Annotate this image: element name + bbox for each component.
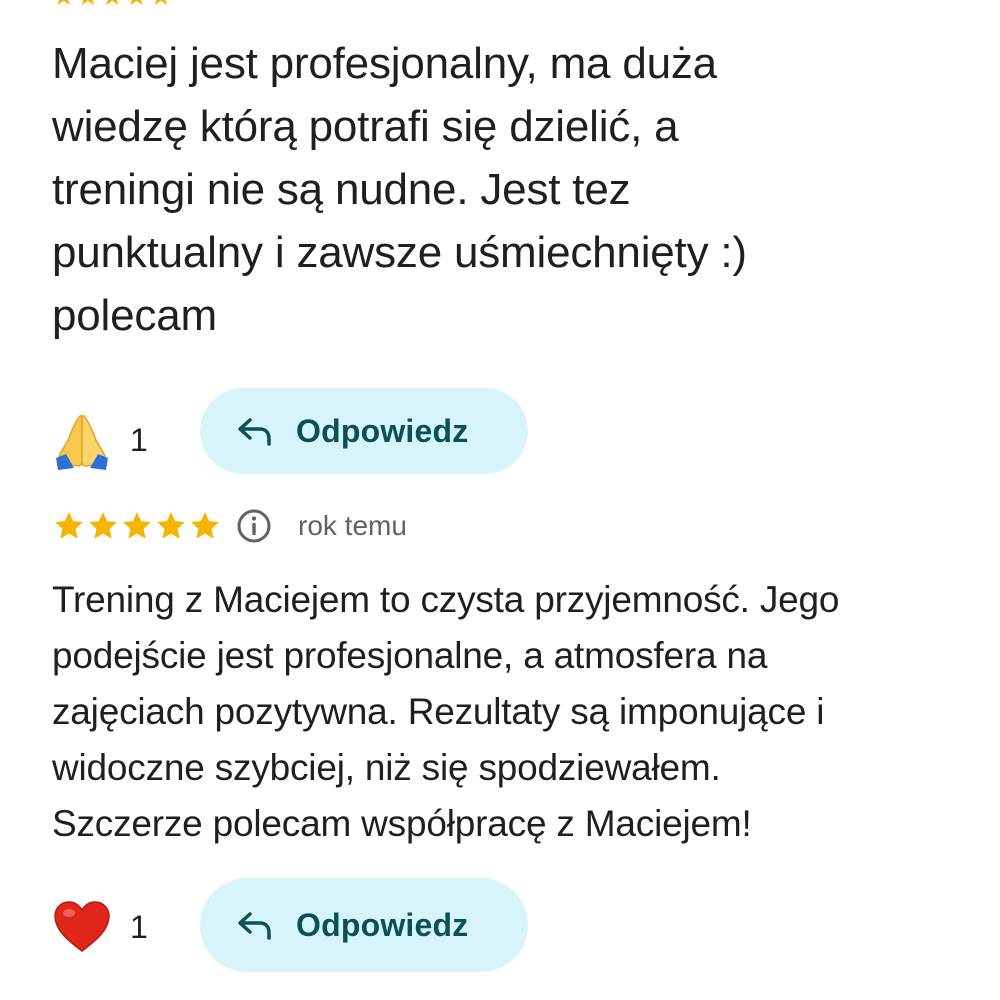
previous-review-rating-cutoff: ★★★★★: [52, 0, 292, 6]
star-rating: [52, 509, 222, 543]
reply-label: Odpowiedz: [296, 412, 469, 449]
star-icon: [157, 512, 185, 539]
red-heart-icon: [50, 895, 114, 959]
reply-label: Odpowiedz: [296, 906, 469, 943]
star-icon: [191, 512, 219, 539]
star-icon: [123, 512, 151, 539]
reaction-count: 1: [130, 421, 148, 458]
reaction-count: 1: [130, 908, 148, 945]
folded-hands-icon: [50, 408, 114, 472]
reply-button[interactable]: Odpowiedz: [200, 878, 528, 972]
reply-arrow-icon: [238, 912, 271, 940]
reaction-summary[interactable]: 1: [50, 895, 148, 959]
star-icon: [55, 512, 83, 539]
star-icon: [89, 512, 117, 539]
star-rating-cutoff: ★★★★★: [52, 0, 174, 6]
review-text: Trening z Maciejem to czysta przyjemność…: [52, 579, 840, 844]
review-meta: rok temu: [52, 504, 407, 548]
info-icon[interactable]: [236, 508, 272, 544]
reply-arrow-icon: [238, 418, 271, 446]
review-text: Maciej jest profesjonalny, ma duża wiedz…: [52, 39, 747, 340]
reply-button[interactable]: Odpowiedz: [200, 388, 528, 474]
reaction-summary[interactable]: 1: [50, 408, 148, 472]
review-time: rok temu: [298, 510, 407, 541]
